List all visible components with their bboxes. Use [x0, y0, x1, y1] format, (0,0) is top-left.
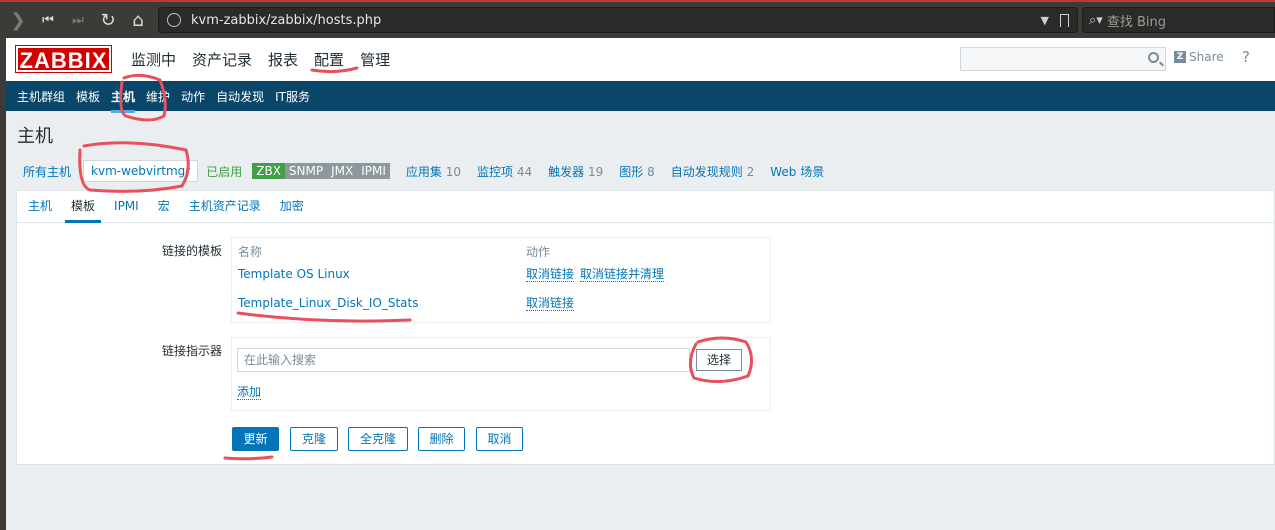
- browser-toolbar: ❯ ⏮ ⏭ ↻ ⌂ kvm-zabbix/zabbix/hosts.php ▼ …: [0, 0, 1275, 38]
- hostnav-triggers-count: 19: [588, 164, 604, 179]
- tab-macros[interactable]: 宏: [158, 191, 170, 223]
- hostnav-items-label: 监控项: [477, 164, 514, 179]
- first-page-icon[interactable]: ⏮: [36, 8, 60, 32]
- hostnav-discovery-rules-count: 2: [746, 164, 755, 179]
- availability-zbx: ZBX: [252, 163, 285, 179]
- subnav-item-discovery[interactable]: 自动发现: [216, 88, 264, 105]
- subnav-item-host-groups[interactable]: 主机群组: [17, 88, 65, 105]
- subnav-item-actions[interactable]: 动作: [181, 88, 205, 105]
- linked-templates-label: 链接的模板: [161, 244, 222, 258]
- availability-snmp: SNMP: [284, 163, 328, 179]
- address-bar[interactable]: kvm-zabbix/zabbix/hosts.php ▼: [158, 7, 1078, 33]
- globe-icon: [167, 13, 181, 27]
- clone-button[interactable]: 克隆: [290, 427, 338, 451]
- menu-item-configuration[interactable]: 配置: [314, 49, 344, 70]
- unlink-button[interactable]: 取消链接: [526, 296, 575, 311]
- hostnav-web-scenarios[interactable]: Web 场景: [770, 163, 824, 180]
- unlink-button[interactable]: 取消链接: [526, 267, 575, 282]
- hostnav-applications-count: 10: [445, 164, 462, 179]
- status-badge: 已启用: [206, 164, 243, 179]
- availability-badges: ZBX SNMP JMX IPMI: [252, 163, 390, 179]
- hostnav-graphs[interactable]: 图形 8: [619, 163, 654, 180]
- help-button[interactable]: ?: [1242, 48, 1250, 66]
- hostnav-items-count: 44: [516, 164, 533, 179]
- select-button[interactable]: 选择: [696, 349, 742, 371]
- share-icon: Z: [1174, 51, 1186, 63]
- reload-icon[interactable]: ↻: [96, 8, 120, 32]
- global-search-input[interactable]: [960, 47, 1166, 71]
- template-link-disk-io[interactable]: Template_Linux_Disk_IO_Stats: [238, 296, 418, 310]
- tab-host[interactable]: 主机: [28, 191, 52, 223]
- template-link-os-linux[interactable]: Template OS Linux: [238, 267, 350, 281]
- subnav-item-templates[interactable]: 模板: [76, 88, 100, 105]
- dropdown-icon[interactable]: ▼: [1041, 14, 1049, 27]
- zabbix-logo[interactable]: ZABBIX: [15, 45, 112, 73]
- subnav-item-maintenance[interactable]: 维护: [146, 88, 170, 105]
- share-link[interactable]: Z Share: [1174, 50, 1224, 64]
- breadcrumb-all-hosts[interactable]: 所有主机: [23, 163, 71, 180]
- hostnav-triggers[interactable]: 触发器 19: [548, 163, 603, 180]
- link-indicator-label: 链接指示器: [161, 344, 222, 358]
- update-button[interactable]: 更新: [232, 427, 279, 451]
- subnav-item-hosts[interactable]: 主机: [111, 88, 136, 113]
- template-search-input[interactable]: 在此输入搜索: [237, 348, 690, 372]
- delete-button[interactable]: 删除: [418, 427, 465, 451]
- window-edge: [0, 38, 6, 530]
- main-menu: 监测中 资产记录 报表 配置 管理: [131, 49, 406, 70]
- cancel-button[interactable]: 取消: [476, 427, 523, 451]
- linked-templates-table: 名称 动作 Template OS Linux 取消链接 取消链接并清理 Tem…: [231, 237, 771, 323]
- full-clone-button[interactable]: 全克隆: [348, 427, 408, 451]
- tab-templates[interactable]: 模板: [65, 191, 102, 223]
- hostnav-applications[interactable]: 应用集 10: [406, 163, 461, 180]
- hostnav-items[interactable]: 监控项 44: [477, 163, 532, 180]
- browser-search[interactable]: ⌕▾ 查找 Bing: [1082, 7, 1275, 33]
- back-icon[interactable]: ❯: [6, 8, 30, 32]
- hostnav-discovery-rules-label: 自动发现规则: [670, 164, 743, 179]
- sub-navigation: 主机群组 模板 主机 维护 动作 自动发现 IT服务: [6, 81, 1275, 113]
- hostnav-graphs-count: 8: [647, 164, 655, 179]
- col-action-header: 动作: [526, 245, 551, 259]
- tab-ipmi[interactable]: IPMI: [114, 191, 139, 223]
- menu-item-inventory[interactable]: 资产记录: [192, 49, 252, 70]
- menu-item-administration[interactable]: 管理: [360, 49, 390, 70]
- page-title: 主机: [17, 126, 53, 147]
- hostnav-applications-label: 应用集: [405, 164, 442, 179]
- menu-item-reports[interactable]: 报表: [268, 49, 298, 70]
- host-form-panel: 主机 模板 IPMI 宏 主机资产记录 加密 链接的模板 名称 动作 Templ…: [16, 190, 1275, 465]
- col-name-header: 名称: [238, 245, 263, 259]
- last-page-icon[interactable]: ⏭: [66, 8, 90, 32]
- form-tabs: 主机 模板 IPMI 宏 主机资产记录 加密: [17, 191, 1275, 223]
- search-icon: ⌕▾: [1089, 12, 1103, 28]
- share-label: Share: [1189, 50, 1224, 64]
- hostnav-triggers-label: 触发器: [548, 164, 585, 179]
- search-icon[interactable]: [1148, 52, 1159, 63]
- hostnav-graphs-label: 图形: [619, 164, 644, 179]
- home-icon[interactable]: ⌂: [126, 8, 150, 32]
- url-text: kvm-zabbix/zabbix/hosts.php: [191, 12, 382, 28]
- availability-ipmi: IPMI: [357, 163, 390, 179]
- zabbix-header: ZABBIX 监测中 资产记录 报表 配置 管理 Z Share ?: [6, 38, 1275, 81]
- menu-item-monitoring[interactable]: 监测中: [131, 49, 176, 70]
- hostnav-web-scenarios-label: Web 场景: [770, 164, 825, 179]
- unlink-and-clear-button[interactable]: 取消链接并清理: [580, 267, 665, 282]
- tab-encryption[interactable]: 加密: [280, 191, 304, 223]
- bookmark-icon[interactable]: [1060, 13, 1069, 27]
- breadcrumb-host[interactable]: kvm-webvirtmgr: [83, 160, 199, 182]
- add-link[interactable]: 添加: [237, 385, 262, 400]
- availability-jmx: JMX: [327, 163, 358, 179]
- host-navigation: 所有主机 kvm-webvirtmgr 已启用 ZBX SNMP JMX IPM…: [17, 157, 840, 185]
- subnav-item-it-services[interactable]: IT服务: [275, 88, 310, 105]
- tab-inventory[interactable]: 主机资产记录: [189, 191, 261, 223]
- hostnav-discovery-rules[interactable]: 自动发现规则 2: [671, 163, 754, 180]
- browser-search-placeholder: 查找 Bing: [1106, 14, 1166, 30]
